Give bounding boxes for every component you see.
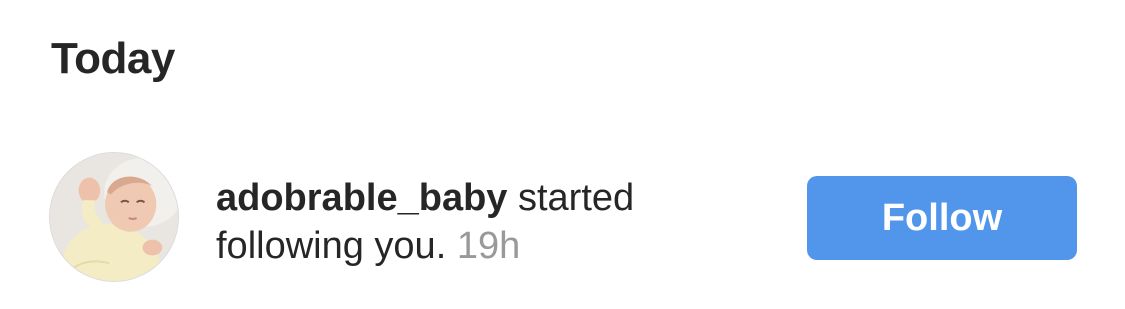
notification-row[interactable]: adobrable_baby started following you. 19… [0, 150, 1125, 285]
section-title: Today [51, 34, 175, 83]
baby-photo-icon [50, 153, 178, 281]
notification-time: 19h [456, 225, 521, 267]
notification-text: adobrable_baby started following you. 19… [216, 174, 736, 270]
activity-screen: Today adobrable_baby started following y… [0, 0, 1125, 309]
username-link[interactable]: adobrable_baby [216, 177, 507, 219]
avatar[interactable] [49, 152, 179, 282]
follow-button[interactable]: Follow [807, 176, 1077, 260]
